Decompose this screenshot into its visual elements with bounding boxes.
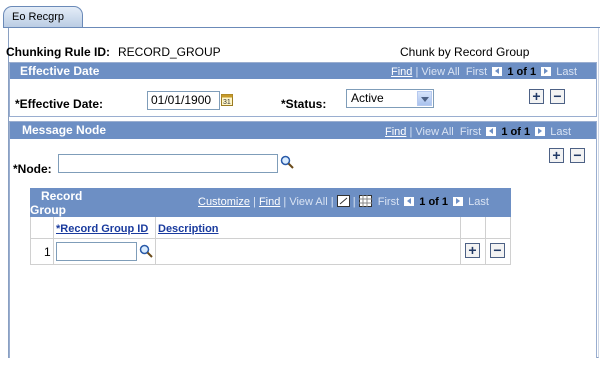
last-link: Last xyxy=(556,66,578,78)
lookup-icon[interactable] xyxy=(280,155,294,169)
lookup-icon[interactable] xyxy=(139,244,153,258)
first-link: First xyxy=(459,126,482,138)
grid-divider xyxy=(485,238,486,265)
row-number: 1 xyxy=(44,245,51,259)
view-all-link: View All xyxy=(421,66,460,78)
row-count: 1 of 1 xyxy=(419,196,449,208)
message-node-title: Message Node xyxy=(22,123,107,137)
row-count: 1 of 1 xyxy=(507,66,537,78)
column-header-record-group-id[interactable]: *Record Group ID xyxy=(56,223,148,235)
view-all-link: View All xyxy=(289,196,328,208)
node-label: *Node: xyxy=(13,162,52,176)
find-link[interactable]: Find xyxy=(259,196,280,208)
message-node-nav: Find | View All First 1 of 1 Last xyxy=(385,126,572,138)
chunking-rule-label: Chunking Rule ID: xyxy=(6,45,110,59)
grid-divider xyxy=(460,238,461,265)
chunking-rule-value: RECORD_GROUP xyxy=(118,45,221,59)
grid-zoom-icon[interactable] xyxy=(336,195,350,207)
record-group-grid-title: Record Group xyxy=(30,189,83,217)
previous-arrow-icon xyxy=(486,127,497,136)
row-count: 1 of 1 xyxy=(501,126,531,138)
add-row-button[interactable]: + xyxy=(465,243,480,258)
chevron-down-icon xyxy=(417,91,432,106)
record-group-id-input[interactable] xyxy=(56,242,137,261)
last-link: Last xyxy=(468,196,489,208)
column-header-description[interactable]: Description xyxy=(158,223,219,235)
status-label: *Status: xyxy=(281,97,327,111)
view-all-link: View All xyxy=(415,126,454,138)
grid-download-icon[interactable] xyxy=(358,195,372,207)
record-group-grid-header: Record Group Customize | Find | View All … xyxy=(30,188,511,217)
next-arrow-icon xyxy=(535,127,546,136)
grid-divider xyxy=(53,238,54,265)
effective-date-title: Effective Date xyxy=(20,64,100,78)
customize-link[interactable]: Customize xyxy=(198,196,250,208)
previous-arrow-icon xyxy=(492,67,503,76)
grid-divider xyxy=(155,238,156,265)
next-arrow-icon xyxy=(453,197,464,206)
svg-text:31: 31 xyxy=(223,99,231,106)
delete-row-button[interactable]: − xyxy=(490,243,505,258)
find-link[interactable]: Find xyxy=(391,66,412,78)
message-node-header: Message Node Find | View All First 1 of … xyxy=(10,122,596,139)
effective-date-input[interactable]: 01/01/1900 xyxy=(147,91,220,110)
tab-eo-recgrp[interactable]: Eo Recgrp xyxy=(3,6,83,28)
status-select[interactable]: Active xyxy=(346,89,434,108)
chunk-by-description: Chunk by Record Group xyxy=(400,45,530,59)
calendar-icon[interactable]: 31 xyxy=(221,93,233,106)
last-link: Last xyxy=(550,126,572,138)
effective-date-nav: Find | View All First 1 of 1 Last xyxy=(391,66,578,78)
first-link: First xyxy=(465,66,488,78)
add-message-node-button[interactable]: + xyxy=(549,148,564,163)
next-arrow-icon xyxy=(541,67,552,76)
find-link[interactable]: Find xyxy=(385,126,406,138)
record-group-grid-nav: Customize | Find | View All | | First 1 … xyxy=(198,195,489,208)
node-input[interactable] xyxy=(58,154,278,173)
previous-arrow-icon xyxy=(404,197,415,206)
remove-effective-date-button[interactable]: − xyxy=(550,89,565,104)
add-effective-date-button[interactable]: + xyxy=(529,89,544,104)
status-value: Active xyxy=(351,91,384,105)
effective-date-header: Effective Date Find | View All First 1 o… xyxy=(10,63,596,79)
remove-message-node-button[interactable]: − xyxy=(570,148,585,163)
first-link: First xyxy=(377,196,400,208)
effective-date-label: *Effective Date: xyxy=(15,97,104,111)
